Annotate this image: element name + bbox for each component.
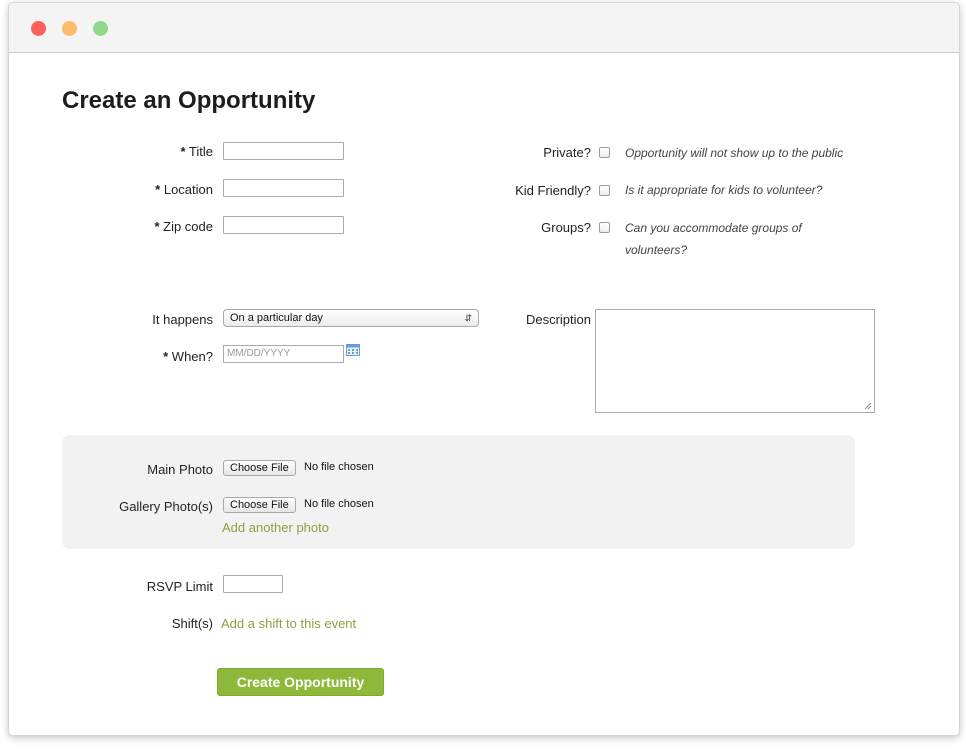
- required-marker: *: [163, 349, 169, 364]
- description-label: Description: [525, 312, 591, 327]
- window-titlebar: [9, 3, 959, 53]
- updown-arrows-icon: ⇵: [464, 313, 472, 323]
- rsvp-limit-input[interactable]: [223, 575, 283, 593]
- private-checkbox[interactable]: [599, 147, 610, 158]
- description-textarea[interactable]: [595, 309, 875, 413]
- kid-friendly-hint: Is it appropriate for kids to volunteer?: [625, 183, 823, 197]
- groups-label: Groups?: [541, 220, 591, 235]
- zip-label-text: Zip code: [163, 219, 213, 234]
- required-marker: *: [155, 182, 161, 197]
- title-label-text: Title: [188, 144, 213, 159]
- gallery-photos-label: Gallery Photo(s): [119, 499, 213, 514]
- add-shift-link[interactable]: Add a shift to this event: [221, 616, 356, 631]
- gallery-photo-file-status: No file chosen: [304, 498, 374, 510]
- title-input[interactable]: [223, 142, 344, 160]
- required-marker: *: [154, 219, 160, 234]
- main-photo-file-status: No file chosen: [304, 461, 374, 473]
- it-happens-value: On a particular day: [230, 312, 323, 324]
- resize-grip-icon[interactable]: [864, 402, 872, 410]
- gallery-photo-choose-file-button[interactable]: Choose File: [223, 497, 296, 513]
- private-hint: Opportunity will not show up to the publ…: [625, 146, 844, 160]
- required-marker: *: [180, 144, 186, 159]
- browser-window: Create an Opportunity * Title * Location…: [8, 2, 960, 736]
- add-another-photo-link[interactable]: Add another photo: [222, 520, 329, 535]
- groups-hint: Can you accommodate groups of volunteers…: [625, 217, 865, 261]
- kid-friendly-label: Kid Friendly?: [515, 183, 591, 198]
- when-label: * When?: [163, 349, 213, 364]
- kid-friendly-checkbox[interactable]: [599, 185, 610, 196]
- page-title: Create an Opportunity: [62, 87, 316, 114]
- zip-code-input[interactable]: [223, 216, 344, 234]
- location-input[interactable]: [223, 179, 344, 197]
- groups-checkbox[interactable]: [599, 222, 610, 233]
- it-happens-select[interactable]: On a particular day ⇵: [223, 309, 479, 327]
- create-opportunity-button[interactable]: Create Opportunity: [217, 668, 384, 696]
- zip-label: * Zip code: [154, 219, 213, 234]
- shifts-label: Shift(s): [171, 616, 213, 631]
- private-label: Private?: [543, 145, 591, 160]
- when-date-input[interactable]: MM/DD/YYYY: [223, 345, 344, 363]
- it-happens-label: It happens: [152, 312, 213, 327]
- location-label-text: Location: [163, 182, 213, 197]
- title-label: * Title: [180, 144, 213, 159]
- photos-panel: [62, 435, 855, 549]
- calendar-icon[interactable]: [346, 344, 360, 356]
- maximize-window-button[interactable]: [93, 21, 108, 36]
- minimize-window-button[interactable]: [62, 21, 77, 36]
- rsvp-limit-label: RSVP Limit: [146, 579, 213, 594]
- groups-hint-line: Can you accommodate groups of: [625, 221, 802, 235]
- main-photo-label: Main Photo: [147, 462, 213, 477]
- location-label: * Location: [155, 182, 213, 197]
- close-window-button[interactable]: [31, 21, 46, 36]
- when-label-text: When?: [171, 349, 213, 364]
- main-photo-choose-file-button[interactable]: Choose File: [223, 460, 296, 476]
- groups-hint-line: volunteers?: [625, 243, 688, 257]
